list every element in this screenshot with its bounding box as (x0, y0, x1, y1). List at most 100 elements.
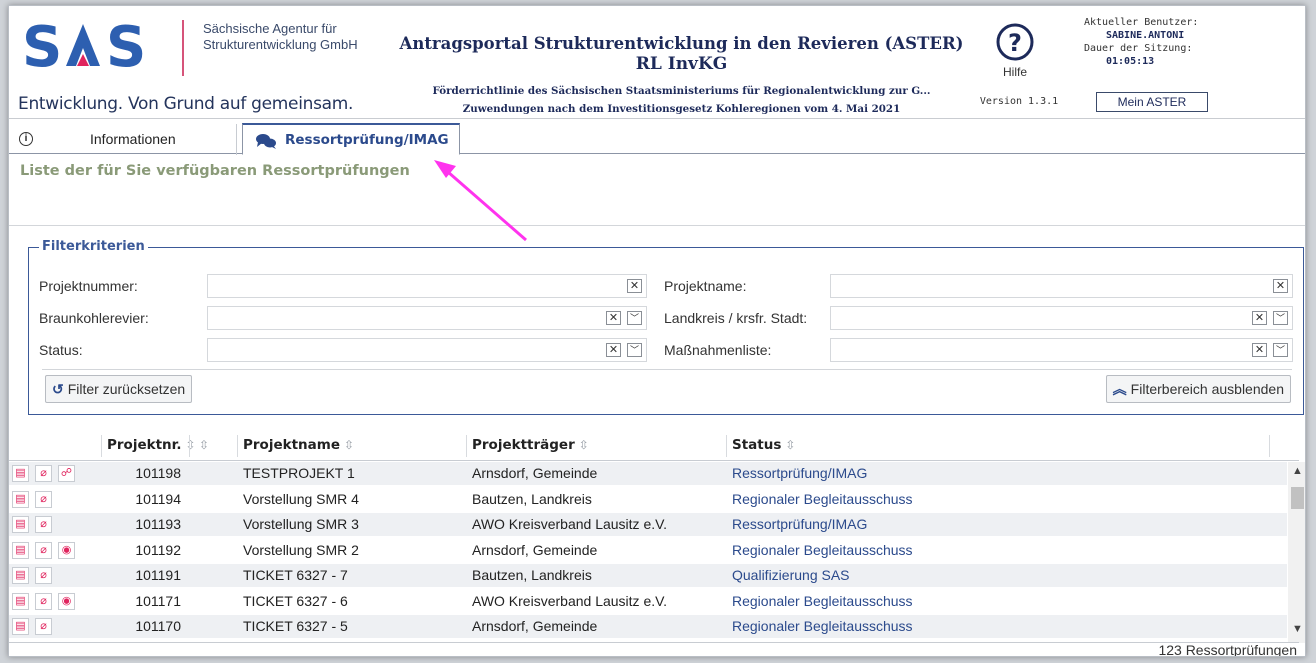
agency-line-2: Strukturentwicklung GmbH (203, 37, 358, 52)
table-row[interactable]: ▤ ⌀ ☍ 101198 TESTPROJEKT 1 Arnsdorf, Gemeinde… (9, 462, 1287, 485)
cell-projektnr: 101192 (135, 541, 181, 558)
cell-status[interactable]: Regionaler Begleitausschuss (732, 488, 913, 511)
table-row[interactable]: ▤ ⌀ ◉ 101171 TICKET 6327 - 6 AWO Kreisverband… (9, 590, 1287, 613)
attachment-icon[interactable]: ⌀ (35, 592, 52, 610)
projektnummer-input[interactable]: ✕ (207, 274, 647, 298)
attachment-icon[interactable]: ⌀ (35, 541, 52, 559)
column-separator (726, 435, 727, 457)
chevron-down-icon[interactable]: ﹀ (1273, 343, 1288, 357)
mein-aster-button[interactable]: Mein ASTER (1096, 92, 1208, 112)
table-row[interactable]: ▤ ⌀ 101170 TICKET 6327 - 5 Arnsdorf, Gemeind… (9, 615, 1287, 638)
tab-bar: i Informationen Ressortprüfung/IMAG (9, 120, 1305, 155)
attachment-icon[interactable]: ⌀ (35, 465, 52, 482)
cell-projektnr: 101171 (135, 592, 181, 609)
table-row[interactable]: ▤ ⌀ 101191 TICKET 6327 - 7 Bautzen, Landkrei… (9, 564, 1287, 587)
column-header-projekttraeger[interactable]: Projektträger ⇳ (472, 437, 589, 453)
session-duration-value: 01:05:13 (1106, 56, 1155, 67)
portal-description-line-1: Förderrichtlinie des Sächsischen Staatsm… (432, 85, 931, 97)
hide-filter-button[interactable]: ︽ Filterbereich ausblenden (1105, 375, 1291, 403)
attachment-icon[interactable]: ⌀ (35, 567, 52, 584)
table-header: Projektnr. ⇳ ⇳ Projektname ⇳ Projektträger… (9, 431, 1299, 461)
scrollbar[interactable]: ▲ ▼ (1288, 462, 1305, 643)
table-row[interactable]: ▤ ⌀ 101193 Vorstellung SMR 3 AWO Kreisverban… (9, 513, 1287, 536)
user-info: Aktueller Benutzer: SABINE.ANTONI Dauer … (1084, 16, 1294, 68)
cell-status[interactable]: Regionaler Begleitausschuss (732, 590, 913, 613)
column-separator (237, 435, 238, 457)
info-icon: i (19, 132, 33, 146)
result-count: 123 Ressortprüfungen (1158, 642, 1297, 657)
comments-icon[interactable]: ☍ (58, 465, 75, 482)
attachment-icon[interactable]: ⌀ (35, 516, 52, 533)
clear-icon[interactable]: ✕ (1273, 279, 1288, 293)
projektnummer-label: Projektnummer: (39, 278, 138, 294)
help-label: Hilfe (1002, 65, 1027, 79)
reset-filter-button[interactable]: ↺ Filter zurücksetzen (45, 375, 193, 403)
table-row[interactable]: ▤ ⌀ ◉ 101192 Vorstellung SMR 2 Arnsdorf, Geme… (9, 539, 1287, 562)
document-icon[interactable]: ▤ (12, 541, 29, 559)
help-icon: ? (996, 23, 1034, 61)
status-select[interactable]: ✕ ﹀ (207, 338, 647, 362)
document-icon[interactable]: ▤ (12, 618, 29, 635)
cell-status[interactable]: Ressortprüfung/IMAG (732, 513, 867, 536)
cell-projektname: Vorstellung SMR 2 (243, 541, 359, 558)
tab-informationen[interactable]: i Informationen (13, 124, 237, 155)
column-separator (101, 435, 102, 457)
clear-icon[interactable]: ✕ (1252, 343, 1267, 357)
svg-text:?: ? (1008, 29, 1022, 57)
table-row[interactable]: ▤ ⌀ 101194 Vorstellung SMR 4 Bautzen, Landkr… (9, 488, 1287, 511)
document-icon[interactable]: ▤ (12, 516, 29, 533)
clear-icon[interactable]: ✕ (606, 343, 621, 357)
double-chevron-up-icon: ︽ (1112, 381, 1127, 397)
scroll-up-icon[interactable]: ▲ (1292, 465, 1303, 477)
cell-status[interactable]: Regionaler Begleitausschuss (732, 615, 913, 638)
sas-logo[interactable]: S S (22, 18, 172, 74)
massnahmenliste-select[interactable]: ✕ ﹀ (830, 338, 1293, 362)
clear-icon[interactable]: ✕ (1252, 311, 1267, 325)
cell-projekttraeger: Bautzen, Landkreis (472, 567, 592, 583)
attachment-icon[interactable]: ⌀ (35, 618, 52, 635)
projektname-input[interactable]: ✕ (830, 274, 1293, 298)
list-title: Liste der für Sie verfügbaren Ressortprü… (20, 163, 410, 179)
cell-status[interactable]: Regionaler Begleitausschuss (732, 539, 913, 562)
clear-icon[interactable]: ✕ (606, 311, 621, 325)
eye-icon[interactable]: ◉ (58, 592, 75, 610)
column-header-projektnr[interactable]: Projektnr. ⇳ (107, 437, 196, 453)
agency-line-1: Sächsische Agentur für (203, 21, 337, 36)
landkreis-select[interactable]: ✕ ﹀ (830, 306, 1293, 330)
column-header-extra[interactable]: ⇳ (195, 437, 209, 453)
document-icon[interactable]: ▤ (12, 465, 29, 482)
tab-ressortpruefung[interactable]: Ressortprüfung/IMAG (242, 123, 460, 155)
column-header-status[interactable]: Status ⇳ (732, 437, 795, 453)
clear-icon[interactable]: ✕ (627, 279, 642, 293)
portal-description: Förderrichtlinie des Sächsischen Staatsm… (389, 82, 974, 118)
table-body: ▤ ⌀ ☍ 101198 TESTPROJEKT 1 Arnsdorf, Gemeinde… (9, 462, 1287, 643)
column-header-label: Status (732, 437, 782, 453)
chevron-down-icon[interactable]: ﹀ (627, 311, 642, 325)
cell-status[interactable]: Qualifizierung SAS (732, 564, 850, 587)
cell-projektnr: 101193 (135, 516, 181, 532)
attachment-icon[interactable]: ⌀ (35, 490, 52, 508)
document-icon[interactable]: ▤ (12, 567, 29, 584)
braunkohlerevier-select[interactable]: ✕ ﹀ (207, 306, 647, 330)
chat-icon (256, 134, 276, 149)
portal-title: Antragsportal Strukturentwicklung in den… (389, 34, 974, 74)
chevron-down-icon[interactable]: ﹀ (627, 343, 642, 357)
sort-icon: ⇳ (785, 438, 796, 452)
landkreis-label: Landkreis / krsfr. Stadt: (664, 310, 808, 326)
cell-projektname: TICKET 6327 - 7 (243, 567, 348, 583)
chevron-down-icon[interactable]: ﹀ (1273, 311, 1288, 325)
braunkohlerevier-label: Braunkohlerevier: (39, 310, 149, 326)
cell-projekttraeger: Bautzen, Landkreis (472, 490, 592, 507)
eye-icon[interactable]: ◉ (58, 541, 75, 559)
current-user-name: SABINE.ANTONI (1106, 30, 1185, 41)
session-duration-label: Dauer der Sitzung: (1084, 43, 1193, 54)
column-header-projektname[interactable]: Projektname ⇳ (243, 437, 354, 453)
scroll-thumb[interactable] (1291, 487, 1304, 509)
divider (9, 225, 1305, 226)
reset-filter-label: Filter zurücksetzen (67, 381, 186, 397)
scroll-down-icon[interactable]: ▼ (1292, 623, 1303, 635)
cell-status[interactable]: Ressortprüfung/IMAG (732, 462, 867, 485)
help-button[interactable]: ? Hilfe (985, 22, 1045, 79)
document-icon[interactable]: ▤ (12, 490, 29, 508)
document-icon[interactable]: ▤ (12, 592, 29, 610)
